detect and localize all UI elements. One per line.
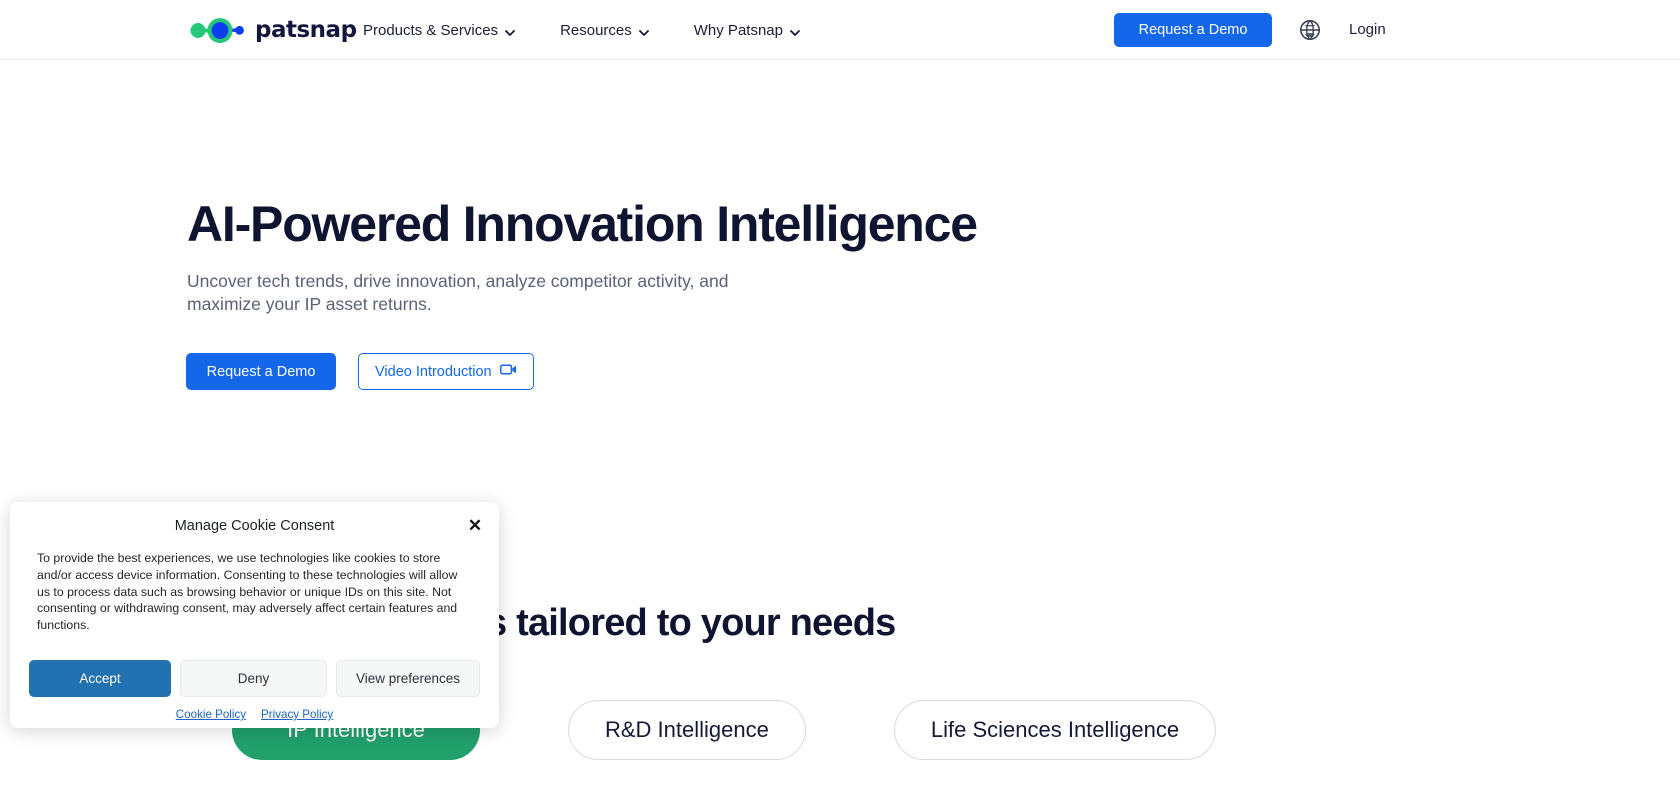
nav-label: Why Patsnap — [693, 21, 783, 39]
solution-pill-rd-intelligence[interactable]: R&D Intelligence — [568, 700, 806, 760]
video-camera-icon — [499, 363, 517, 380]
cookie-accept-button[interactable]: Accept — [29, 659, 172, 697]
close-icon[interactable]: ✕ — [464, 514, 486, 536]
nav-label: Products & Services — [363, 21, 499, 39]
cookie-consent-links: Cookie Policy Privacy Policy — [10, 697, 499, 721]
login-link[interactable]: Login — [1349, 21, 1386, 38]
cookie-consent-dialog: Manage Cookie Consent ✕ To provide the b… — [10, 502, 499, 728]
main-navigation: Products & Services Resources Why Patsna… — [363, 0, 800, 60]
nav-item-why-patsnap[interactable]: Why Patsnap — [694, 22, 800, 39]
nav-item-products-services[interactable]: Products & Services — [363, 22, 515, 39]
pill-label: Life Sciences Intelligence — [930, 717, 1180, 742]
header-request-demo-button[interactable]: Request a Demo — [1114, 13, 1272, 47]
hero-video-introduction-button[interactable]: Video Introduction — [358, 353, 534, 390]
nav-item-resources[interactable]: Resources — [560, 22, 649, 39]
hero-actions: Request a Demo Video Introduction — [186, 353, 534, 390]
cookie-policy-link[interactable]: Cookie Policy — [176, 708, 246, 721]
cookie-consent-header: Manage Cookie Consent ✕ — [10, 502, 499, 550]
brand-wordmark: patsnap — [255, 17, 357, 43]
cookie-deny-button[interactable]: Deny — [180, 659, 327, 697]
pill-label: R&D Intelligence — [605, 717, 769, 742]
hero-request-demo-button[interactable]: Request a Demo — [186, 353, 336, 390]
chevron-down-icon — [638, 25, 649, 36]
chevron-down-icon — [505, 25, 515, 36]
cookie-consent-buttons: Accept Deny View preferences — [10, 634, 499, 697]
cookie-consent-title: Manage Cookie Consent — [174, 518, 335, 534]
cookie-consent-body: To provide the best experiences, we use … — [37, 551, 458, 633]
cookie-view-preferences-button[interactable]: View preferences — [336, 659, 480, 697]
privacy-policy-link[interactable]: Privacy Policy — [261, 708, 333, 721]
brand-logo[interactable]: patsnap — [189, 15, 357, 45]
globe-icon[interactable] — [1299, 19, 1321, 41]
hero-subtitle: Uncover tech trends, drive innovation, a… — [187, 271, 729, 314]
patsnap-logo-icon — [189, 16, 253, 44]
site-header: patsnap Products & Services Resources Wh… — [0, 0, 1680, 60]
nav-label: Resources — [560, 21, 632, 39]
solution-pill-life-sciences-intelligence[interactable]: Life Sciences Intelligence — [893, 700, 1217, 760]
page-title: AI-Powered Innovation Intelligence — [187, 196, 978, 252]
chevron-down-icon — [790, 25, 800, 36]
video-button-label: Video Introduction — [375, 363, 492, 380]
